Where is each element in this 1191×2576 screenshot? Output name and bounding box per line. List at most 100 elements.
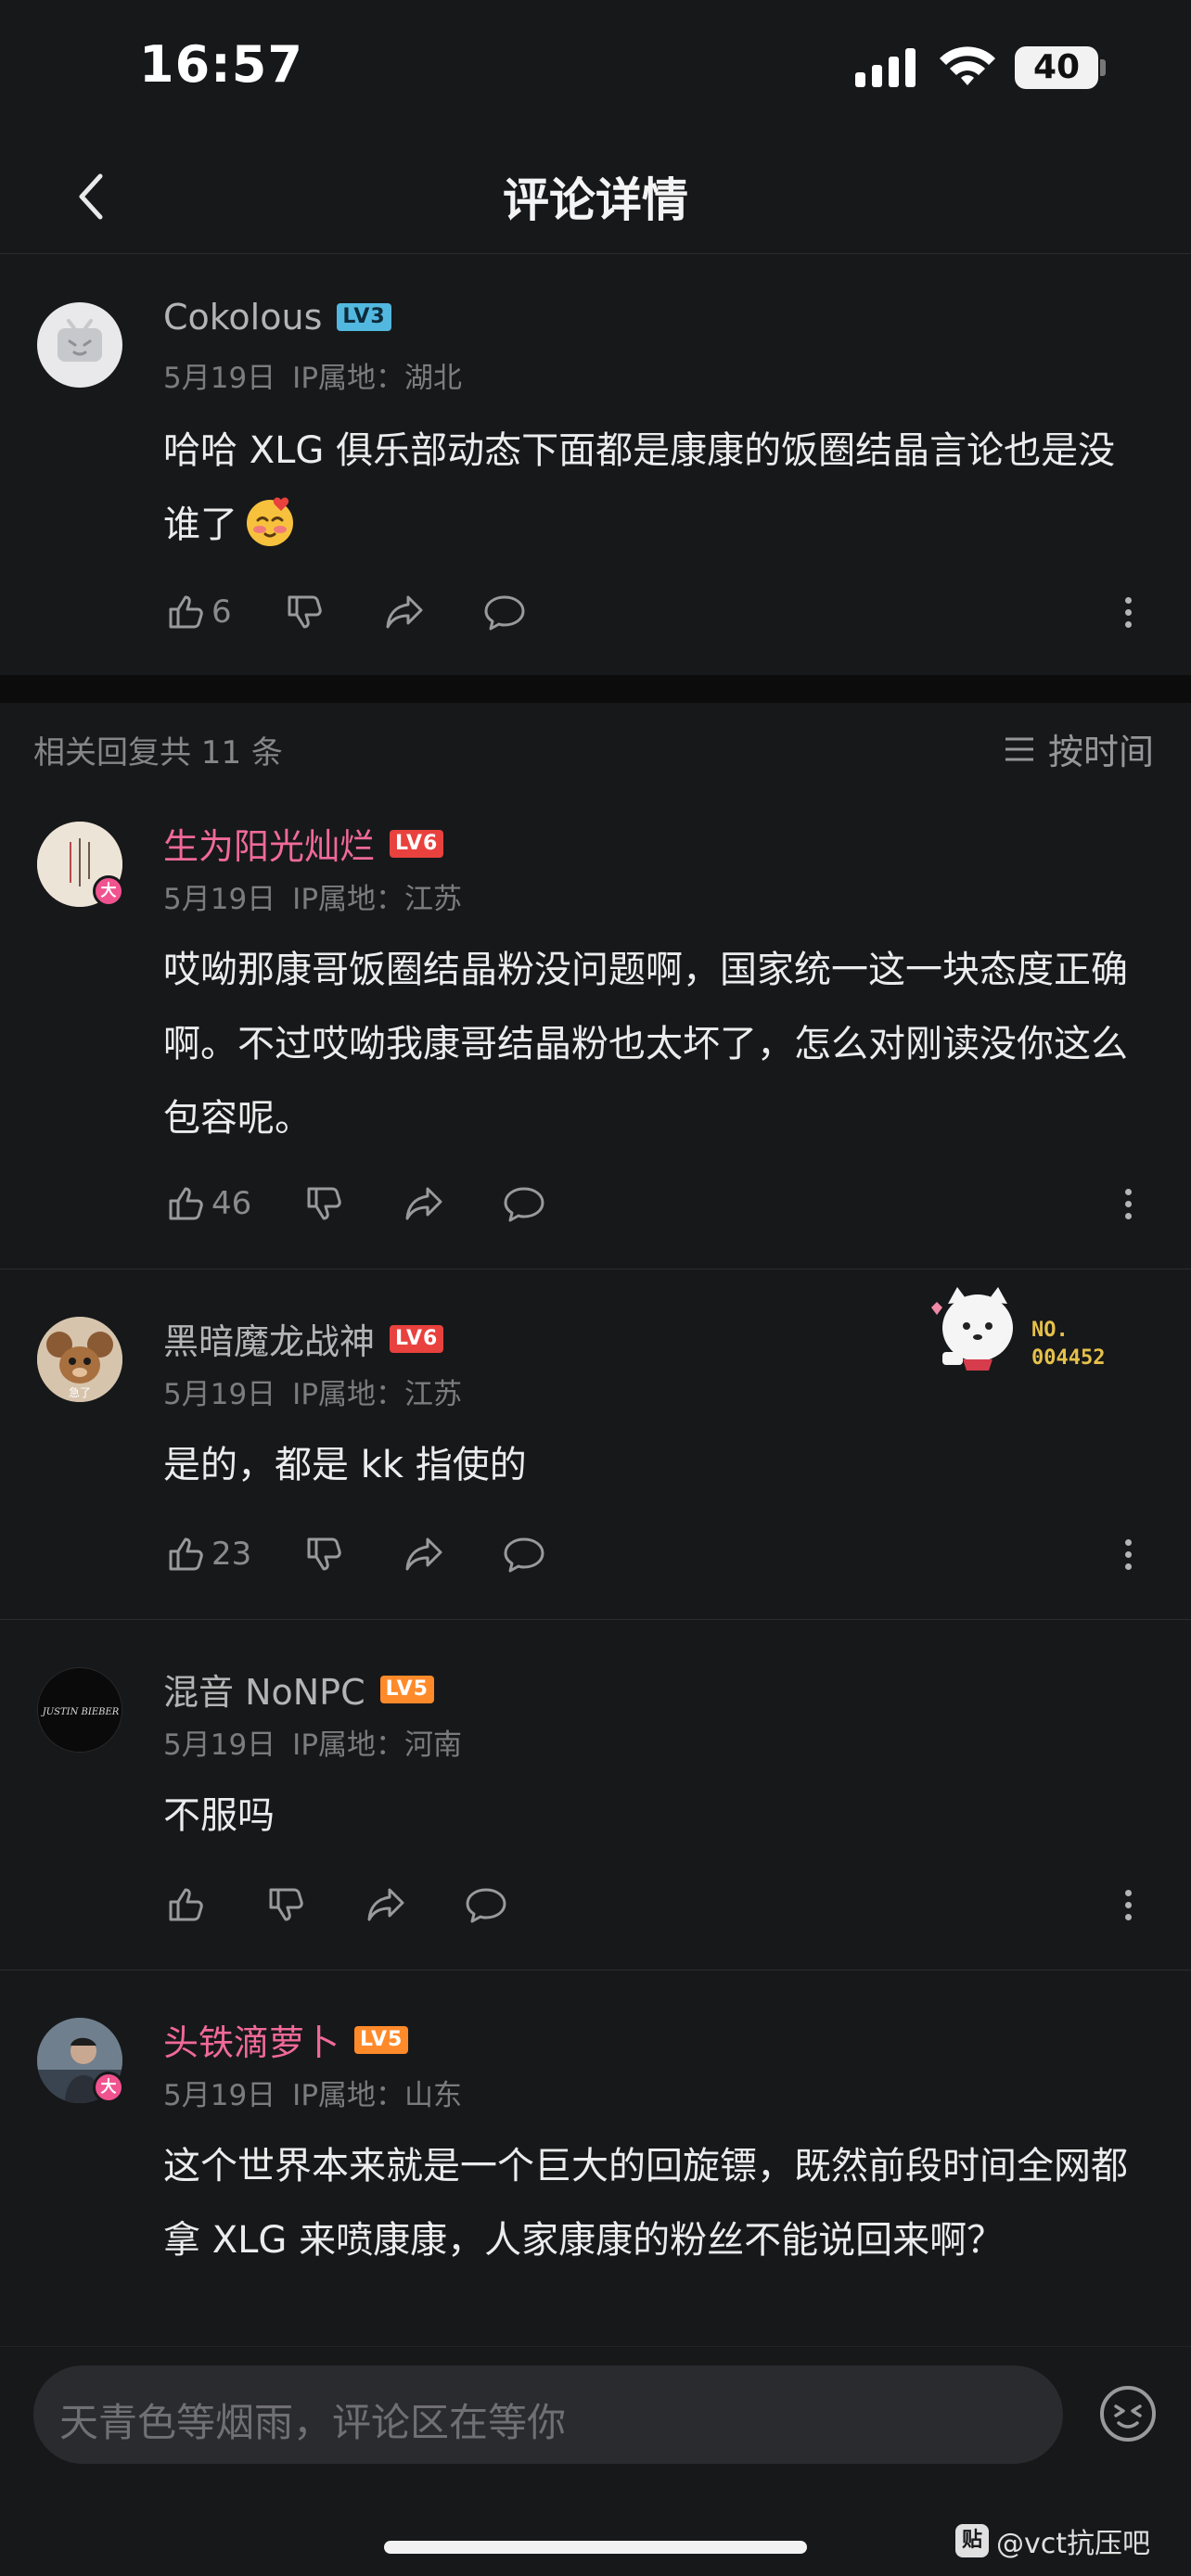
home-indicator[interactable] xyxy=(384,2541,807,2554)
dislike-button[interactable] xyxy=(301,1532,346,1576)
dislike-button[interactable] xyxy=(263,1882,308,1927)
emoji-icon xyxy=(247,497,293,546)
replies-header: 相关回复共 11 条 按时间 xyxy=(0,705,1191,788)
username-text: 头铁滴萝卜 xyxy=(163,2022,340,2063)
fan-number: NO. 004452 xyxy=(1031,1317,1105,1372)
comment-actions: 6 xyxy=(163,586,527,638)
username-text: 混音 NoNPC xyxy=(163,1672,365,1713)
share-button[interactable] xyxy=(364,1882,408,1927)
username-text: Cokolous xyxy=(163,297,323,338)
reply-button[interactable] xyxy=(502,1181,546,1226)
username[interactable]: 生为阳光灿烂 LV6 xyxy=(163,818,444,869)
comment-location: IP属地：河南 xyxy=(292,1728,463,1762)
level-badge: LV5 xyxy=(354,2025,409,2054)
reply-button[interactable] xyxy=(464,1882,508,1927)
text-logo-avatar-image: JUSTIN BIEBER xyxy=(38,1668,122,1752)
emoji-button-icon[interactable] xyxy=(1098,2384,1158,2443)
avatar[interactable]: JUSTIN BIEBER xyxy=(37,1667,122,1753)
comment-location: IP属地：江苏 xyxy=(292,1378,463,1411)
share-button[interactable] xyxy=(402,1181,446,1226)
username[interactable]: Cokolous LV3 xyxy=(163,297,391,338)
watermark: 贴 @vct抗压吧 xyxy=(955,2520,1150,2561)
dislike-button[interactable] xyxy=(301,1181,346,1226)
tieba-logo: 贴 xyxy=(955,2524,989,2557)
comment-bubble-icon xyxy=(504,1187,544,1222)
more-options-button[interactable] xyxy=(1119,1879,1137,1931)
comment-date: 5月19日 xyxy=(163,1728,276,1762)
comment-text: 不服吗 xyxy=(163,1794,275,1837)
comment-date: 5月19日 xyxy=(163,362,276,395)
share-icon xyxy=(405,1187,442,1220)
status-time: 16:57 xyxy=(139,35,303,94)
thumbs-down-icon xyxy=(307,1537,342,1571)
username-text: 生为阳光灿烂 xyxy=(163,826,376,867)
avatar-caption: 急了 xyxy=(69,1385,91,1399)
comment-meta: 5月19日 IP属地：湖北 xyxy=(163,354,462,396)
cartoon-mouse-avatar-image: 急了 xyxy=(37,1317,122,1402)
more-options-button[interactable] xyxy=(1119,1528,1137,1580)
username[interactable]: 头铁滴萝卜 LV5 xyxy=(163,2014,409,2065)
avatar-caption: JUSTIN BIEBER xyxy=(41,1707,120,1717)
like-count: 6 xyxy=(211,593,232,631)
like-button[interactable] xyxy=(163,1882,208,1927)
comment-date: 5月19日 xyxy=(163,883,276,916)
username-text: 黑暗魔龙战神 xyxy=(163,1321,376,1362)
more-options-button[interactable] xyxy=(1119,1178,1137,1230)
level-badge: LV6 xyxy=(390,829,444,858)
reply-button[interactable] xyxy=(482,590,527,634)
comment-actions xyxy=(163,1879,508,1931)
comment-text: 哎呦那康哥饭圈结晶粉没问题啊，国家统一这一块态度正确啊。不过哎呦我康哥结晶粉也太… xyxy=(163,949,1128,1140)
level-badge: LV3 xyxy=(337,303,391,331)
like-button[interactable]: 6 xyxy=(163,590,232,634)
comment-input[interactable]: 天青色等烟雨，评论区在等你 xyxy=(33,2366,1063,2464)
fan-number-label: NO. xyxy=(1031,1319,1069,1342)
nav-bar: 评论详情 xyxy=(0,139,1191,254)
username[interactable]: 混音 NoNPC LV5 xyxy=(163,1664,434,1715)
battery-cap xyxy=(1100,59,1106,76)
like-count: 23 xyxy=(211,1536,252,1573)
comment-location: IP属地：湖北 xyxy=(292,362,463,395)
comment-text: 哈哈 XLG 俱乐部动态下面都是康康的饭圈结晶言论也是没谁了 xyxy=(163,414,1128,562)
thumbs-up-icon xyxy=(169,595,203,629)
replies-count: 相关回复共 11 条 xyxy=(33,734,283,772)
username[interactable]: 黑暗魔龙战神 LV6 xyxy=(163,1313,444,1364)
share-icon xyxy=(405,1537,442,1571)
level-badge: LV6 xyxy=(390,1324,444,1353)
vip-badge: 大 xyxy=(93,2072,124,2103)
dislike-button[interactable] xyxy=(282,590,327,634)
thumbs-down-icon xyxy=(307,1187,342,1220)
thumbs-down-icon xyxy=(269,1888,303,1921)
share-button[interactable] xyxy=(382,590,427,634)
comment-meta: 5月19日 IP属地：江苏 xyxy=(163,1371,462,1412)
share-button[interactable] xyxy=(402,1532,446,1576)
sort-by-time-button[interactable]: 按时间 xyxy=(1004,723,1154,774)
comment-location: IP属地：山东 xyxy=(292,2079,463,2112)
cellular-signal-icon xyxy=(855,45,916,87)
comment-text-body: 哈哈 XLG 俱乐部动态下面都是康康的饭圈结晶言论也是没谁了 xyxy=(163,429,1116,546)
comment-date: 5月19日 xyxy=(163,2079,276,2112)
share-icon xyxy=(367,1888,404,1921)
comment-text: 是的，都是 kk 指使的 xyxy=(163,1444,527,1486)
like-button[interactable]: 46 xyxy=(163,1181,251,1226)
divider xyxy=(0,1619,1191,1620)
avatar[interactable]: 急了 xyxy=(37,1317,122,1402)
default-avatar-icon xyxy=(58,319,102,362)
comment-actions: 23 xyxy=(163,1528,546,1580)
comment-meta: 5月19日 IP属地：河南 xyxy=(163,1721,462,1763)
more-options-button[interactable] xyxy=(1119,586,1137,638)
level-badge: LV5 xyxy=(379,1675,434,1703)
thumbs-down-icon xyxy=(288,595,322,629)
like-button[interactable]: 23 xyxy=(163,1532,251,1576)
reply-button[interactable] xyxy=(502,1532,546,1576)
comment-bubble-icon xyxy=(484,595,525,631)
battery-indicator: 40 xyxy=(1015,46,1098,89)
comment-meta: 5月19日 IP属地：江苏 xyxy=(163,875,462,917)
comment-meta: 5月19日 IP属地：山东 xyxy=(163,2072,462,2113)
comment-bubble-icon xyxy=(466,1888,506,1923)
comment-bubble-icon xyxy=(504,1537,544,1573)
status-bar: 16:57 40 xyxy=(0,0,1191,139)
list-icon xyxy=(1005,737,1033,760)
page-title: 评论详情 xyxy=(503,173,688,227)
thumbs-up-icon xyxy=(169,1888,203,1921)
avatar[interactable] xyxy=(37,302,122,388)
